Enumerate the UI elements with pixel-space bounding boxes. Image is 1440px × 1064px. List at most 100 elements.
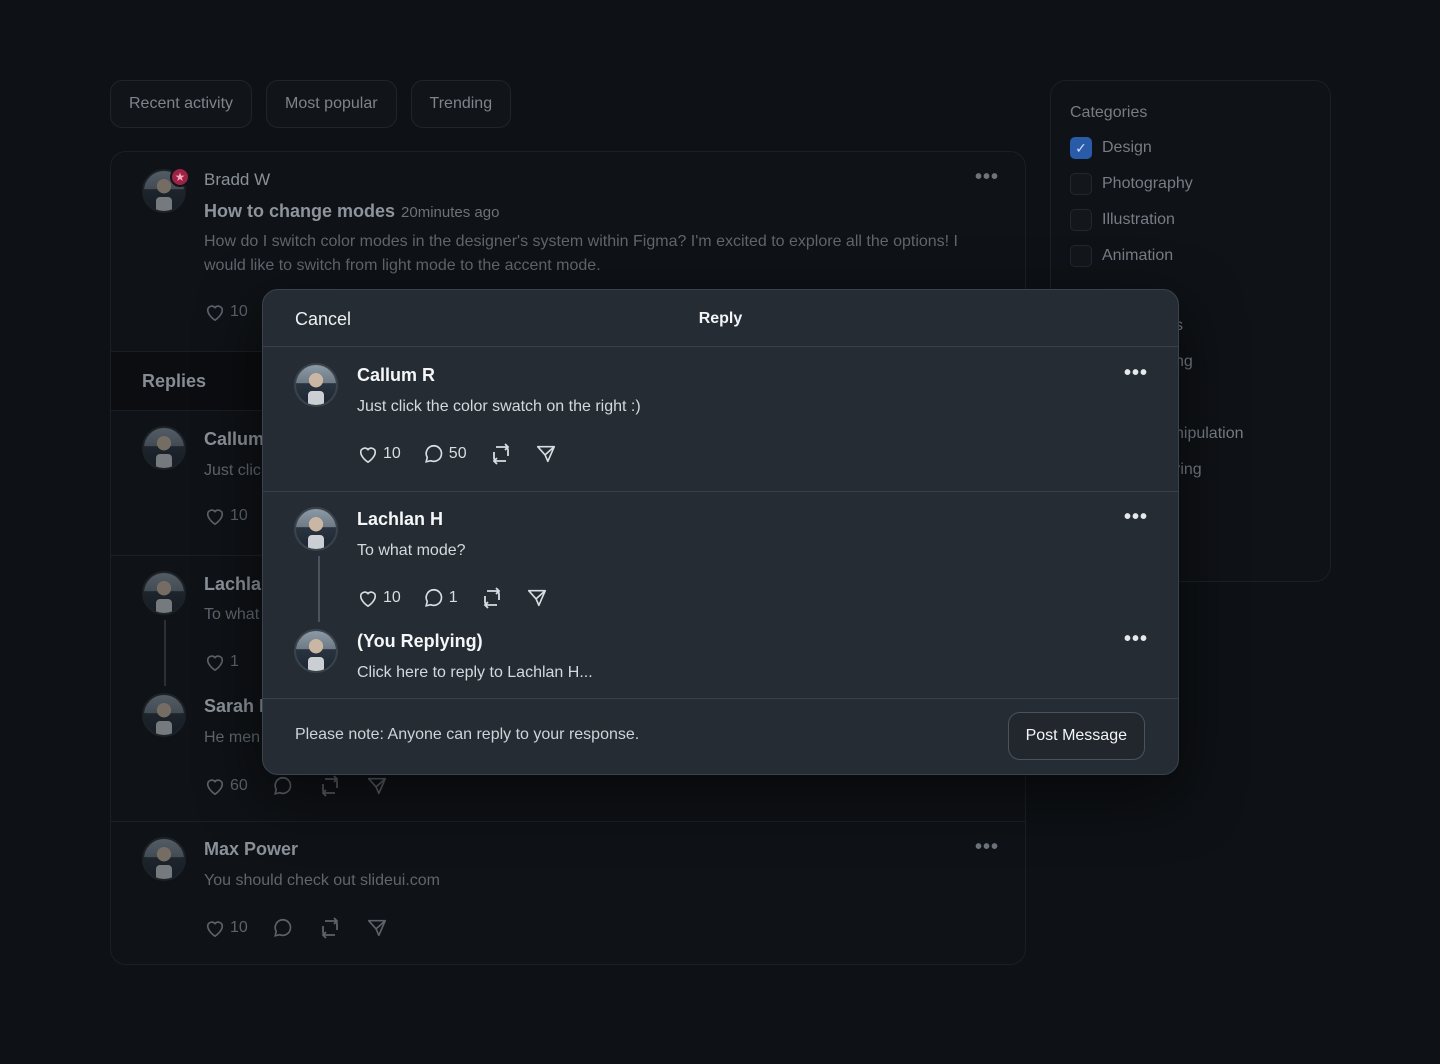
- category-label: Animation: [1102, 247, 1174, 264]
- reply-text: To what: [204, 606, 260, 623]
- post-actions: 10: [204, 302, 248, 322]
- star-icon: ★: [170, 167, 190, 187]
- send-icon[interactable]: [366, 775, 388, 797]
- post-text: To what mode?: [357, 542, 466, 559]
- like-count: 10: [383, 589, 401, 606]
- more-options-icon[interactable]: •••: [1124, 628, 1148, 651]
- thread-line: [164, 620, 166, 686]
- reply-actions: 10: [204, 506, 248, 526]
- reply-author: Callum: [204, 429, 265, 449]
- categories-title: Categories: [1070, 104, 1148, 121]
- send-icon[interactable]: [535, 443, 557, 465]
- comment-count: 1: [448, 589, 458, 606]
- like-button[interactable]: 10: [204, 506, 248, 526]
- category-photography[interactable]: Photography: [1070, 173, 1193, 195]
- avatar: [142, 571, 186, 615]
- category-label: Illustration: [1102, 211, 1175, 228]
- send-icon[interactable]: [366, 917, 388, 939]
- modal-post: Callum R Just click the color swatch on …: [263, 348, 1178, 491]
- avatar: [142, 693, 186, 737]
- replies-label: Replies: [142, 371, 207, 391]
- post-text: Just click the color swatch on the right…: [357, 398, 641, 415]
- like-button[interactable]: 10: [357, 444, 401, 464]
- comment-icon[interactable]: [272, 775, 294, 797]
- repost-icon[interactable]: [489, 442, 513, 466]
- reply-input[interactable]: Click here to reply to Lachlan H...: [357, 664, 593, 682]
- post-author: Callum R: [357, 365, 436, 385]
- more-options-icon[interactable]: •••: [1124, 506, 1148, 529]
- category-label: Design: [1102, 139, 1152, 156]
- reply-text: Just clic: [204, 462, 261, 479]
- like-count: 10: [383, 445, 401, 462]
- more-options-icon[interactable]: •••: [975, 836, 999, 859]
- like-count: 10: [230, 919, 248, 936]
- checkbox-icon[interactable]: [1070, 173, 1092, 195]
- reply-author: Max Power: [204, 839, 299, 859]
- like-count: 60: [230, 777, 248, 794]
- heart-icon: [206, 509, 224, 526]
- category-design[interactable]: ✓ Design: [1070, 137, 1152, 159]
- repost-icon[interactable]: [480, 586, 504, 610]
- heart-icon: [359, 591, 377, 608]
- category-illustration[interactable]: Illustration: [1070, 209, 1175, 231]
- category-animation[interactable]: Animation: [1070, 245, 1173, 267]
- category-label: Photography: [1102, 175, 1193, 192]
- post-actions: 10 1: [357, 586, 548, 610]
- reply-author: Sarah I: [204, 696, 265, 716]
- reply-author: (You Replying): [357, 631, 483, 651]
- avatar: [142, 837, 186, 881]
- tab-most-popular[interactable]: Most popular: [266, 80, 397, 128]
- post-message-button[interactable]: Post Message: [1007, 712, 1145, 760]
- reply-note: Please note: Anyone can reply to your re…: [295, 726, 640, 743]
- checkbox-checked-icon[interactable]: ✓: [1070, 137, 1092, 159]
- modal-title: Reply: [698, 310, 743, 327]
- like-button[interactable]: 1: [204, 652, 239, 672]
- checkbox-icon[interactable]: [1070, 245, 1092, 267]
- avatar: [294, 363, 338, 407]
- post-time: 20minutes ago: [401, 204, 500, 221]
- like-button[interactable]: 10: [204, 302, 248, 322]
- modal-footer: Please note: Anyone can reply to your re…: [263, 698, 1178, 774]
- send-icon[interactable]: [526, 587, 548, 609]
- tab-trending[interactable]: Trending: [410, 80, 512, 128]
- reply-actions: 1: [204, 652, 239, 672]
- reply-author: Lachla: [204, 574, 262, 594]
- repost-icon[interactable]: [318, 916, 342, 940]
- reply-actions: 60: [204, 774, 388, 798]
- comment-count: 50: [448, 445, 467, 462]
- heart-icon: [206, 921, 224, 938]
- reply-actions: 10: [204, 916, 388, 940]
- comment-button[interactable]: 1: [423, 587, 458, 609]
- like-button[interactable]: 10: [204, 918, 248, 938]
- category-label-fragment: ring: [1175, 461, 1202, 478]
- like-count: 10: [230, 507, 248, 524]
- like-button[interactable]: 10: [357, 588, 401, 608]
- post-actions: 10 50: [357, 442, 557, 466]
- reply-item: Max Power You should check out slideui.c…: [111, 822, 1025, 964]
- repost-icon[interactable]: [318, 774, 342, 798]
- filter-tabs: Recent activity Most popular Trending: [110, 80, 512, 128]
- comment-icon: [424, 588, 443, 607]
- post-author: Lachlan H: [357, 509, 444, 529]
- like-button[interactable]: 60: [204, 776, 248, 796]
- modal-post: Lachlan H To what mode? 10 1 ••• (You Re…: [263, 492, 1178, 699]
- reply-modal: Cancel Reply Callum R Just click the col…: [262, 289, 1179, 775]
- checkbox-icon[interactable]: [1070, 209, 1092, 231]
- like-count: 1: [230, 653, 239, 670]
- avatar: [294, 629, 338, 673]
- avatar: [294, 507, 338, 551]
- comment-button[interactable]: 50: [423, 443, 467, 465]
- post-author: Bradd W: [204, 170, 271, 189]
- heart-icon: [359, 447, 377, 464]
- reply-text: You should check out slideui.com: [204, 872, 440, 889]
- avatar: [142, 426, 186, 470]
- comment-icon[interactable]: [272, 917, 294, 939]
- reply-text: He men: [204, 729, 261, 746]
- post-title: How to change modes 20minutes ago: [204, 201, 499, 222]
- heart-icon: [206, 305, 224, 322]
- modal-header: Cancel Reply: [263, 290, 1178, 347]
- more-options-icon[interactable]: •••: [1124, 362, 1148, 385]
- heart-icon: [206, 655, 224, 672]
- more-options-icon[interactable]: •••: [975, 166, 999, 189]
- tab-recent-activity[interactable]: Recent activity: [110, 80, 253, 128]
